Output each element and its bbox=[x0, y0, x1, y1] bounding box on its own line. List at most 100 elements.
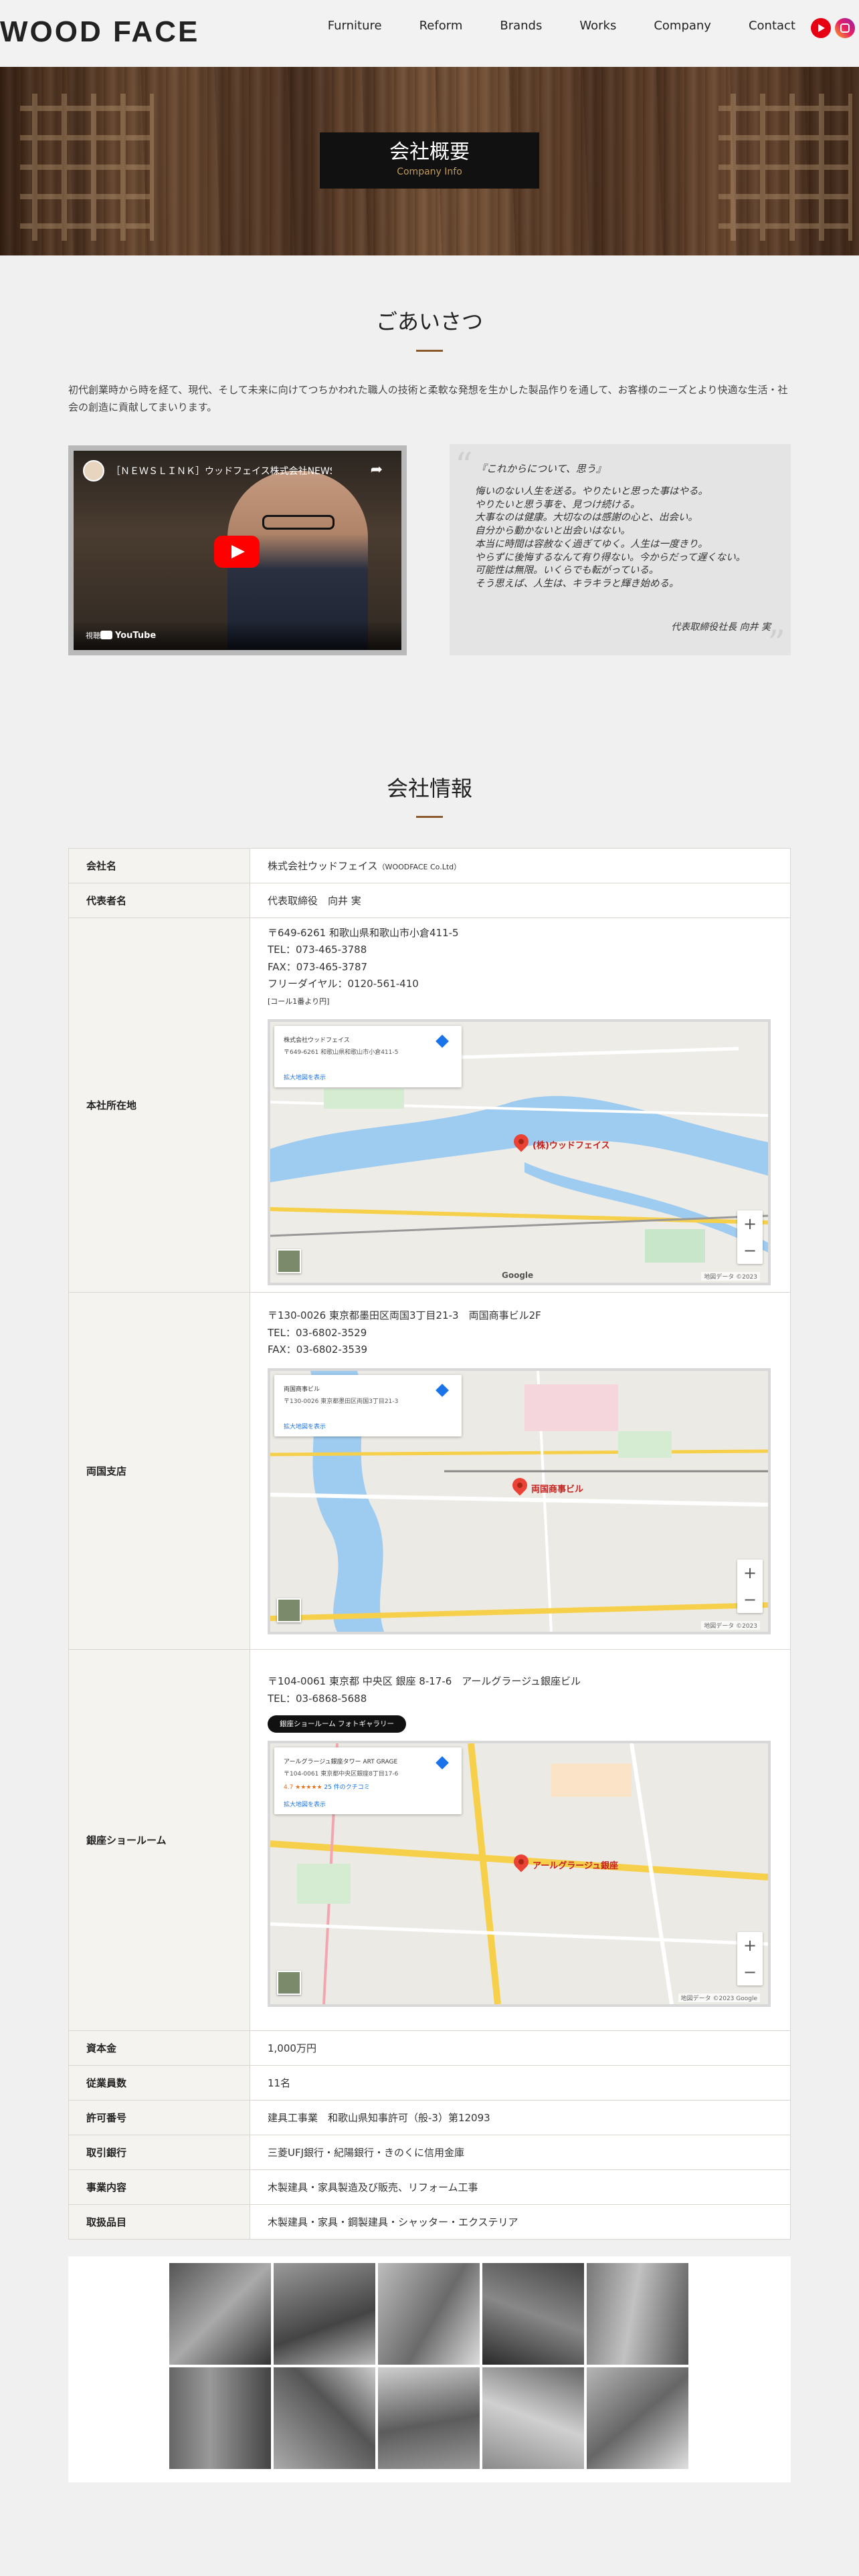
zoom-out-button[interactable]: − bbox=[737, 1959, 763, 1985]
directions-icon[interactable] bbox=[436, 1756, 449, 1769]
row-value: 〒130-0026 東京都墨田区両国3丁目21-3 両国商事ビル2F TEL：0… bbox=[250, 1292, 791, 1650]
gallery-photo[interactable] bbox=[587, 2263, 688, 2365]
map-reviews-link[interactable]: 25 件のクチコミ bbox=[324, 1784, 369, 1791]
ginza-tel: TEL：03-6868-5688 bbox=[268, 1692, 367, 1705]
watch-label[interactable]: 視聴 bbox=[86, 630, 100, 641]
ginza-map[interactable]: アールグラージュ銀座タワー ART GRAGE 〒104-0061 東京都中央区… bbox=[268, 1741, 771, 2007]
youtube-icon[interactable] bbox=[811, 18, 831, 38]
hq-freedial-number: フリーダイヤル：0120-561-410 bbox=[268, 978, 419, 990]
hq-postal: 〒649-6261 和歌山県和歌山市小倉411-5 bbox=[268, 926, 459, 939]
greeting-text: 初代創業時から時を経て、現代、そして未来に向けてつちかわれた職人の技術と柔軟な発… bbox=[68, 384, 788, 413]
lattice-pattern-left bbox=[20, 94, 154, 241]
zoom-out-button[interactable]: − bbox=[737, 1237, 763, 1264]
greeting-divider bbox=[416, 350, 443, 352]
row-value: 11名 bbox=[250, 2065, 791, 2101]
nav-brands[interactable]: Brands bbox=[500, 19, 542, 33]
row-value: 1,000万円 bbox=[250, 2030, 791, 2066]
hq-tel: TEL：073-465-3788 bbox=[268, 944, 367, 956]
row-label: 両国支店 bbox=[68, 1292, 250, 1650]
map-info-card: 株式会社ウッドフェイス 〒649-6261 和歌山県和歌山市小倉411-5 拡大… bbox=[274, 1026, 462, 1088]
zoom-out-button[interactable]: − bbox=[737, 1586, 763, 1613]
table-row: 従業員数 11名 bbox=[68, 2065, 791, 2101]
page-subtitle: Company Info bbox=[397, 167, 462, 177]
zoom-in-button[interactable]: + bbox=[737, 1560, 763, 1586]
channel-avatar[interactable] bbox=[83, 460, 104, 481]
quote-line: そう思えば、人生は、キラキラと輝き始める。 bbox=[475, 578, 679, 589]
nav-reform[interactable]: Reform bbox=[419, 19, 463, 33]
row-label: 事業内容 bbox=[68, 2169, 250, 2205]
gallery-photo[interactable] bbox=[274, 2367, 375, 2469]
row-label: 許可番号 bbox=[68, 2100, 250, 2135]
row-value: 三菱UFJ銀行・紀陽銀行・きのくに信用金庫 bbox=[250, 2135, 791, 2170]
ginza-gallery-button[interactable]: 銀座ショールーム フォトギャラリー bbox=[268, 1715, 407, 1733]
quote-close-icon: ” bbox=[767, 624, 785, 664]
video-embed[interactable]: ［ＮＥＷＳＬＩＮＫ］ウッドフェイス株式会社NEWSリンク ➦ 視聴 YouTub… bbox=[68, 445, 407, 655]
youtube-brand[interactable]: YouTube bbox=[100, 631, 156, 641]
gallery-photo[interactable] bbox=[482, 2367, 584, 2469]
google-logo: Google bbox=[502, 1271, 534, 1281]
directions-icon[interactable] bbox=[436, 1383, 449, 1397]
row-label: 取扱品目 bbox=[68, 2204, 250, 2240]
video-player[interactable]: ［ＮＥＷＳＬＩＮＫ］ウッドフェイス株式会社NEWSリンク ➦ 視聴 YouTub… bbox=[74, 451, 401, 650]
gallery-photo[interactable] bbox=[274, 2263, 375, 2365]
map-card-title: 両国商事ビル bbox=[284, 1386, 320, 1393]
satellite-toggle[interactable] bbox=[277, 1598, 301, 1622]
quote-open-icon: “ bbox=[455, 446, 473, 486]
gallery-photo[interactable] bbox=[378, 2367, 480, 2469]
company-name: 株式会社ウッドフェイス bbox=[268, 860, 378, 872]
map-info-card: 両国商事ビル 〒130-0026 東京都墨田区両国3丁目21-3 拡大地図を表示 bbox=[274, 1374, 462, 1436]
zoom-in-button[interactable]: + bbox=[737, 1932, 763, 1959]
table-row: 両国支店 〒130-0026 東京都墨田区両国3丁目21-3 両国商事ビル2F … bbox=[68, 1292, 791, 1650]
hq-freedial: フリーダイヤル：0120-561-410 [コール1番より円] bbox=[268, 976, 773, 1010]
nav-company[interactable]: Company bbox=[654, 19, 711, 33]
zoom-in-button[interactable]: + bbox=[737, 1210, 763, 1237]
nav-furniture[interactable]: Furniture bbox=[328, 19, 382, 33]
quote-body: 悔いのない人生を送る。やりたいと思った事はやる。 やりたいと思う事を、見つけ続け… bbox=[475, 486, 776, 591]
row-label: 取引銀行 bbox=[68, 2135, 250, 2170]
map-zoom-control: + − bbox=[737, 1210, 763, 1265]
gallery-photo[interactable] bbox=[169, 2367, 271, 2469]
hero-title-box: 会社概要 Company Info bbox=[320, 132, 539, 189]
map-copyright: 地図データ ©2023 bbox=[701, 1272, 760, 1281]
ginza-address: 〒104-0061 東京都 中央区 銀座 8-17-6 アールグラージュ銀座ビル… bbox=[268, 1673, 773, 1707]
map-larger-link[interactable]: 拡大地図を表示 bbox=[284, 1422, 326, 1430]
map-copyright: 地図データ ©2023 Google bbox=[678, 1994, 760, 2002]
satellite-toggle[interactable] bbox=[277, 1971, 301, 1995]
table-row: 取扱品目 木製建具・家具・鋼製建具・シャッター・エクステリア bbox=[68, 2204, 791, 2240]
share-icon[interactable]: ➦ bbox=[371, 461, 383, 478]
gallery-photo[interactable] bbox=[482, 2263, 584, 2365]
row-value: 建具工事業 和歌山県知事許可（般-3）第12093 bbox=[250, 2100, 791, 2135]
gallery-photo[interactable] bbox=[378, 2263, 480, 2365]
page-title: 会社概要 bbox=[389, 140, 470, 164]
directions-icon[interactable] bbox=[436, 1035, 449, 1049]
satellite-toggle[interactable] bbox=[277, 1249, 301, 1274]
map-pin-label: 両国商事ビル bbox=[531, 1484, 584, 1495]
gallery-photo[interactable] bbox=[587, 2367, 688, 2469]
row-label: 会社名 bbox=[68, 848, 250, 883]
row-value: 木製建具・家具製造及び販売、リフォーム工事 bbox=[250, 2169, 791, 2205]
quote-line: 可能性は無限。いくらでも転がっている。 bbox=[475, 565, 659, 576]
company-name-en: （WOODFACE Co.Ltd） bbox=[377, 863, 462, 871]
gallery-photo[interactable] bbox=[169, 2263, 271, 2365]
table-row: 銀座ショールーム 〒104-0061 東京都 中央区 銀座 8-17-6 アール… bbox=[68, 1649, 791, 2031]
map-pin-label: アールグラージュ銀座 bbox=[533, 1861, 619, 1871]
instagram-icon[interactable] bbox=[835, 18, 855, 38]
ryogoku-fax: FAX：03-6802-3539 bbox=[268, 1344, 368, 1356]
video-title[interactable]: ［ＮＥＷＳＬＩＮＫ］ウッドフェイス株式会社NEWSリンク bbox=[111, 464, 332, 477]
hq-map[interactable]: 株式会社ウッドフェイス 〒649-6261 和歌山県和歌山市小倉411-5 拡大… bbox=[268, 1019, 771, 1286]
site-logo[interactable]: WOOD FACE bbox=[0, 12, 199, 43]
greeting-heading: ごあいさつ bbox=[375, 309, 483, 334]
table-row: 代表者名 代表取締役 向井 実 bbox=[68, 883, 791, 918]
nav-works[interactable]: Works bbox=[579, 19, 616, 33]
map-larger-link[interactable]: 拡大地図を表示 bbox=[284, 1800, 326, 1808]
nav-contact[interactable]: Contact bbox=[749, 19, 795, 33]
hq-freedial-note: [コール1番より円] bbox=[268, 996, 330, 1006]
company-info-table: 会社名 株式会社ウッドフェイス（WOODFACE Co.Ltd） 代表者名 代表… bbox=[68, 848, 791, 2240]
ryogoku-map[interactable]: 両国商事ビル 〒130-0026 東京都墨田区両国3丁目21-3 拡大地図を表示… bbox=[268, 1368, 771, 1634]
row-value: 代表取締役 向井 実 bbox=[250, 883, 791, 918]
map-larger-link[interactable]: 拡大地図を表示 bbox=[284, 1073, 326, 1081]
play-button[interactable] bbox=[214, 536, 260, 568]
quote-title: 『これからについて、思う』 bbox=[476, 463, 606, 475]
map-card-title: アールグラージュ銀座タワー ART GRAGE bbox=[284, 1759, 398, 1765]
map-card-address: 〒130-0026 東京都墨田区両国3丁目21-3 bbox=[284, 1398, 399, 1405]
